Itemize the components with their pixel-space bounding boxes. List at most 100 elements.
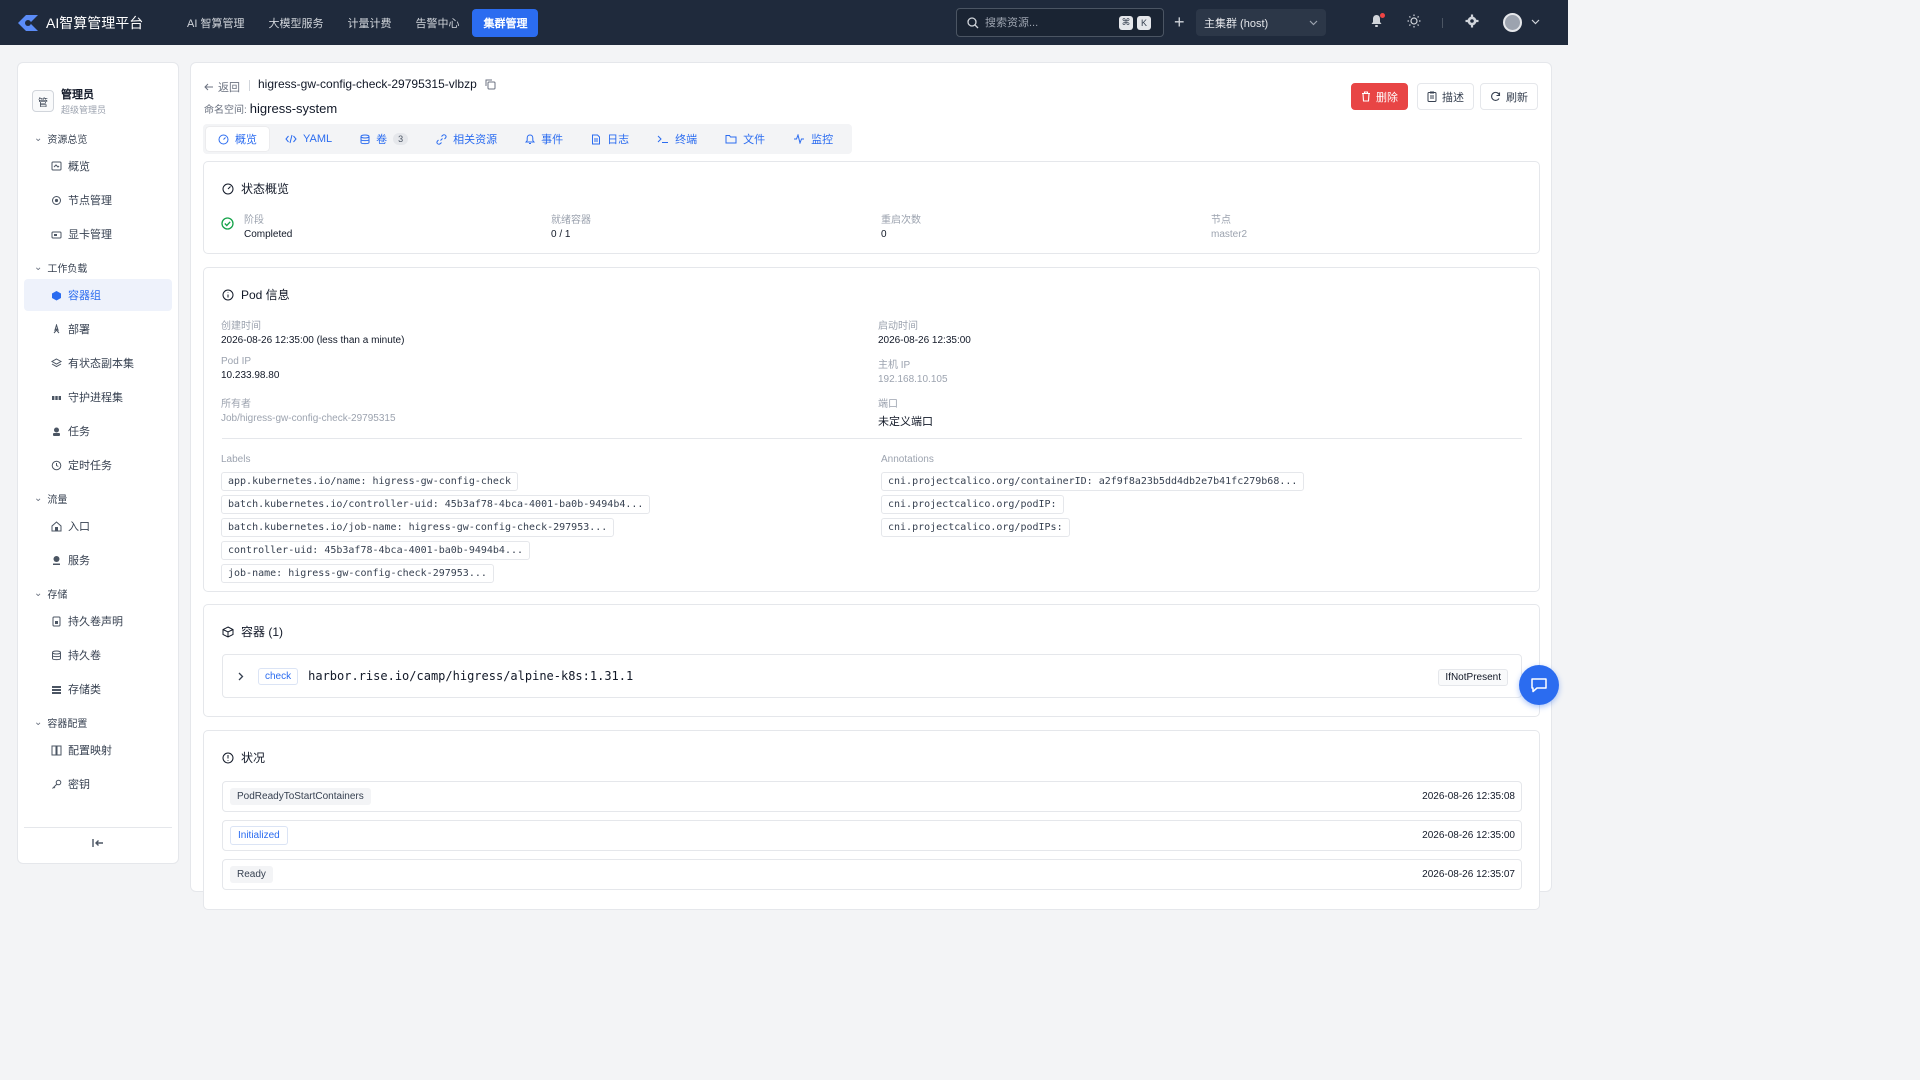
alert-circle-icon — [222, 752, 234, 763]
sidebar-item-label: 持久卷 — [68, 650, 101, 662]
sidebar-group-config[interactable]: ⌄ 容器配置 — [18, 712, 178, 732]
refresh-button[interactable]: 刷新 — [1480, 83, 1538, 110]
nav-llm-service[interactable]: 大模型服务 — [257, 9, 334, 37]
rocket-icon — [50, 323, 62, 335]
sidebar-group-traffic[interactable]: ⌄ 流量 — [18, 488, 178, 508]
started-label: 启动时间 — [878, 321, 918, 332]
nav-alerts[interactable]: 告警中心 — [404, 9, 470, 37]
tab-overview[interactable]: 概览 — [206, 127, 269, 151]
sidebar-item-gpus[interactable]: 显卡管理 — [24, 218, 172, 250]
box-icon — [222, 625, 234, 638]
sidebar-group-overview[interactable]: ⌄ 资源总览 — [18, 128, 178, 148]
tab-label: YAML — [303, 133, 333, 145]
sidebar-item-jobs[interactable]: 任务 — [24, 415, 172, 447]
shortcut-cmd-key: ⌘ — [1119, 15, 1133, 30]
tab-related[interactable]: 相关资源 — [424, 127, 509, 151]
arrow-left-icon — [204, 83, 213, 91]
tab-volumes[interactable]: 卷3 — [348, 127, 420, 151]
gear-icon[interactable] — [1465, 14, 1479, 28]
notification-dot — [1380, 13, 1385, 18]
terminal-icon — [657, 135, 669, 143]
container-name-tag: check — [258, 667, 299, 685]
group-label: 工作负载 — [47, 263, 88, 275]
container-row[interactable]: check harbor.rise.io/camp/higress/alpine… — [222, 654, 1522, 698]
tab-label: 相关资源 — [453, 134, 498, 146]
add-icon[interactable]: + — [1174, 12, 1185, 32]
sidebar-item-pv[interactable]: 持久卷 — [24, 639, 172, 671]
card-title-text: 状况 — [241, 751, 266, 765]
pod-info-card: Pod 信息 创建时间 2026-08-26 12:35:00 (less tha… — [203, 267, 1540, 592]
phase-field: 阶段 Completed — [244, 211, 292, 240]
created-label: 创建时间 — [221, 321, 261, 332]
started-field: 启动时间 2026-08-26 12:35:00 — [878, 317, 971, 346]
sidebar-item-statefulsets[interactable]: 有状态副本集 — [24, 347, 172, 379]
sidebar-item-label: 有状态副本集 — [68, 358, 134, 370]
tab-label: 文件 — [743, 134, 766, 146]
tab-yaml[interactable]: YAML — [273, 127, 344, 151]
sidebar-item-pvc[interactable]: 持久卷声明 — [24, 605, 172, 637]
group-label: 资源总览 — [47, 134, 88, 146]
label-tag: batch.kubernetes.io/controller-uid: 45b3… — [221, 495, 651, 514]
tab-logs[interactable]: 日志 — [579, 127, 641, 151]
sidebar-group-storage[interactable]: ⌄ 存储 — [18, 583, 178, 603]
sidebar-item-label: 容器组 — [68, 290, 101, 302]
chat-icon — [1531, 678, 1547, 693]
created-field: 创建时间 2026-08-26 12:35:00 (less than a min… — [221, 317, 404, 346]
bell-icon — [525, 133, 536, 144]
owner-field: 所有者 Job/higress-gw-config-check-29795315 — [221, 395, 396, 424]
card-title: 状况 — [222, 749, 265, 766]
sidebar-item-nodes[interactable]: 节点管理 — [24, 184, 172, 216]
tab-terminal[interactable]: 终端 — [645, 127, 709, 151]
owner-value[interactable]: Job/higress-gw-config-check-29795315 — [221, 413, 396, 424]
cluster-select-value: 主集群 (host) — [1204, 17, 1269, 30]
detail-tabs: 概览 YAML 卷3 相关资源 事件 日志 终端 文件 监控 — [203, 124, 853, 154]
sidebar-item-pods[interactable]: 容器组 — [24, 279, 172, 311]
nav-cluster-management[interactable]: 集群管理 — [472, 8, 539, 37]
sidebar-item-deployments[interactable]: 部署 — [24, 313, 172, 345]
user-avatar[interactable] — [1503, 13, 1522, 32]
sidebar-item-storageclass[interactable]: 存储类 — [24, 673, 172, 705]
nav-billing[interactable]: 计量计费 — [336, 9, 402, 37]
trash-icon — [1362, 91, 1370, 102]
back-button[interactable]: 返回 — [204, 79, 240, 95]
search-box[interactable]: ⌘ K — [956, 8, 1164, 37]
collapse-sidebar-button[interactable] — [24, 827, 172, 857]
copy-icon[interactable] — [485, 79, 496, 90]
describe-button[interactable]: 描述 — [1417, 83, 1474, 110]
chat-assistant-button[interactable] — [1519, 665, 1559, 705]
sidebar-item-overview[interactable]: 概览 — [24, 150, 172, 182]
condition-type: PodReadyToStartContainers — [230, 788, 371, 805]
node-field: 节点 master2 — [1211, 211, 1247, 240]
info-icon — [222, 289, 234, 300]
sidebar-item-ingress[interactable]: 入口 — [24, 510, 172, 542]
condition-time: 2026-08-26 12:35:08 — [1422, 791, 1515, 802]
node-value[interactable]: master2 — [1211, 229, 1247, 240]
group-label: 流量 — [47, 494, 68, 506]
card-title-text: 容器 (1) — [241, 625, 284, 639]
delete-button[interactable]: 删除 — [1351, 83, 1408, 110]
sidebar-item-cronjobs[interactable]: 定时任务 — [24, 449, 172, 481]
sidebar-group-workloads[interactable]: ⌄ 工作负载 — [18, 257, 178, 277]
sidebar-item-daemonsets[interactable]: 守护进程集 — [24, 381, 172, 413]
tab-events[interactable]: 事件 — [513, 127, 575, 151]
cluster-select[interactable]: 主集群 (host) — [1196, 9, 1326, 36]
sidebar-item-configmaps[interactable]: 配置映射 — [24, 734, 172, 766]
sun-icon[interactable] — [1407, 14, 1421, 28]
tab-files[interactable]: 文件 — [713, 127, 777, 151]
tab-monitoring[interactable]: 监控 — [781, 127, 845, 151]
sidebar-item-label: 持久卷声明 — [68, 616, 123, 628]
file-text-icon — [592, 134, 601, 144]
sidebar-item-secrets[interactable]: 密钥 — [24, 768, 172, 800]
search-input[interactable] — [985, 16, 1115, 29]
pod-ip-label: Pod IP — [221, 356, 252, 367]
chevron-right-icon[interactable] — [238, 672, 244, 681]
ready-field: 就绪容器 0 / 1 — [551, 211, 591, 240]
created-value: 2026-08-26 12:35:00 (less than a minute) — [221, 335, 405, 346]
brand[interactable]: AI智算管理平台 — [16, 13, 166, 33]
tab-label: 终端 — [675, 134, 698, 146]
port-label: 端口 — [878, 399, 898, 410]
sidebar-item-services[interactable]: 服务 — [24, 544, 172, 576]
chevron-down-icon[interactable] — [1531, 19, 1540, 25]
nav-ai-compute[interactable]: AI 智算管理 — [176, 9, 255, 37]
label-tag: app.kubernetes.io/name: higress-gw-confi… — [221, 472, 518, 491]
